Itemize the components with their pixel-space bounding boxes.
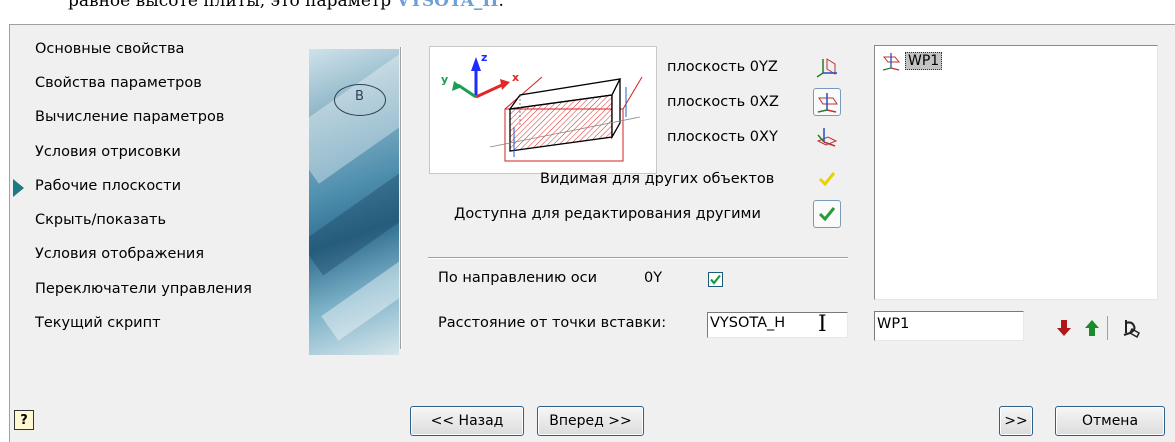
doc-text-after: . [498,0,504,11]
direction-axis-checkbox[interactable] [708,272,723,287]
list-item-label: WP1 [905,52,943,70]
plane-name-value: WP1 [877,316,910,332]
doc-text-highlight: VYSOTA_H [396,0,499,11]
arrow-up-icon [1085,320,1099,336]
plane-oxy-icon [816,128,838,147]
distance-input-value: VYSOTA_H [710,315,786,331]
eraser-hand-icon [1123,320,1140,339]
plane-oyz-button[interactable] [813,53,841,81]
distance-label: Расстояние от точки вставки: [438,315,667,331]
vertical-divider [400,47,402,349]
nav-item-work-planes[interactable]: Рабочие плоскости [13,178,182,197]
move-down-button[interactable] [1050,314,1078,342]
plane-oxy-label: плоскость 0XY [667,129,778,145]
axis-y-label: y [441,73,448,86]
plane-oyz-label: плоскость 0YZ [667,59,778,75]
nav-item-work-planes-label: Рабочие плоскости [35,178,182,194]
plane-oxz-label: плоскость 0XZ [667,94,779,110]
work-plane-icon [882,53,901,71]
back-button[interactable]: << Назад [410,406,524,436]
horizontal-divider [428,257,848,259]
nav-item-current-script[interactable]: Текущий скрипт [35,315,161,331]
visible-for-others-label: Видимая для других объектов [540,171,775,187]
active-step-marker-icon [13,179,24,197]
toolbar-divider [1107,316,1108,340]
visible-for-others-toggle[interactable] [813,165,841,193]
text-cursor-icon: I [818,312,827,337]
more-button[interactable]: >> [999,406,1033,436]
wizard-dialog: Основные свойства Свойства параметров Вы… [9,24,1175,442]
nav-item-parameter-calculation[interactable]: Вычисление параметров [35,109,224,125]
nav-item-display-conditions[interactable]: Условия отображения [35,246,204,262]
plane-oxz-icon [817,93,838,113]
nav-item-parameter-properties[interactable]: Свойства параметров [35,75,202,91]
plane-oyz-icon [816,58,837,78]
work-plane-preview: z x y [429,46,657,174]
document-text-fragment: равное высоте плиты, это параметр VYSOTA… [0,0,1175,24]
distance-input[interactable]: VYSOTA_H I [707,312,848,338]
yellow-check-icon [818,172,836,187]
nav-item-basic-properties[interactable]: Основные свойства [35,41,184,57]
next-button[interactable]: Вперед >> [537,406,644,436]
decorative-side-image: B [309,49,399,355]
axis-x-label: x [512,71,519,84]
axis-z-label: z [481,51,487,64]
arrow-down-icon [1057,320,1071,336]
work-planes-list[interactable]: WP1 [874,45,1158,300]
cancel-button[interactable]: Отмена [1055,406,1165,436]
plane-oxz-button[interactable] [813,88,841,116]
side-image-letter: B [355,89,364,104]
list-item[interactable]: WP1 [881,51,943,71]
nav-item-hide-show[interactable]: Скрыть/показать [35,212,166,228]
plane-name-input[interactable]: WP1 [874,311,1024,341]
help-button[interactable]: ? [14,410,34,430]
editable-by-others-label: Доступна для редактирования другими [454,206,761,222]
direction-axis-label: По направлению оси [438,270,598,286]
editable-by-others-toggle[interactable] [813,200,841,228]
delete-plane-button[interactable] [1116,314,1144,342]
nav-item-control-switches[interactable]: Переключатели управления [35,281,252,297]
checkmark-icon [710,274,721,285]
green-check-icon [818,207,836,222]
plane-oxy-button[interactable] [813,123,841,151]
direction-axis-value: 0Y [644,270,663,286]
nav-item-drawing-conditions[interactable]: Условия отрисовки [35,144,181,160]
move-up-button[interactable] [1078,314,1106,342]
doc-text-before: равное высоте плиты, это параметр [68,0,397,11]
